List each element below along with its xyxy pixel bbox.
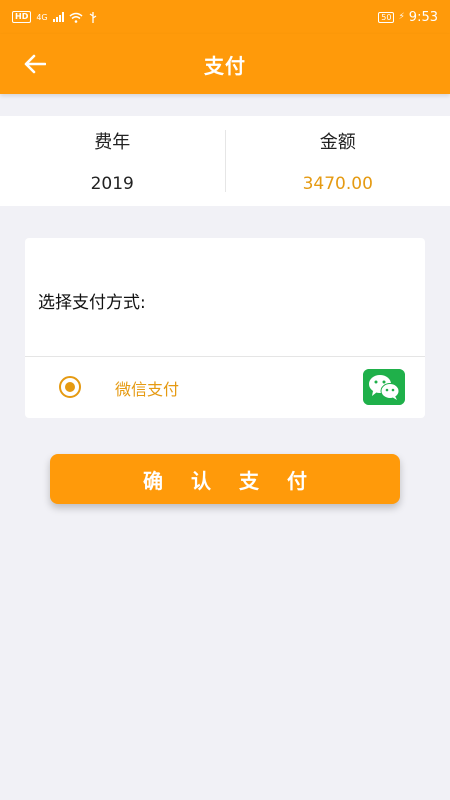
wechat-pay-option[interactable]: 微信支付 <box>25 357 425 418</box>
status-time: 9:53 <box>408 9 438 25</box>
payment-method-title: 选择支付方式: <box>38 293 146 313</box>
back-button[interactable] <box>18 48 52 80</box>
payment-summary: 费年 2019 金额 3470.00 <box>0 116 450 206</box>
radio-selected-dot <box>65 382 75 392</box>
status-bar-left: HD 4G <box>12 11 98 23</box>
amount-label: 金额 <box>319 132 356 153</box>
network-type: 4G <box>36 12 48 22</box>
wechat-pay-radio[interactable] <box>59 376 81 398</box>
year-column: 费年 2019 <box>0 116 225 206</box>
amount-value: 3470.00 <box>302 174 373 194</box>
payment-method-card: 选择支付方式: 微信支付 <box>25 238 425 418</box>
status-bar-right: 50 ⚡ 9:53 <box>378 10 438 25</box>
charging-icon: ⚡ <box>398 12 405 22</box>
amount-column: 金额 3470.00 <box>226 116 450 206</box>
wechat-icon <box>363 369 405 405</box>
hd-badge: HD <box>12 11 32 23</box>
confirm-payment-button[interactable]: 确认支付 <box>50 454 400 504</box>
page-title: 支付 <box>204 53 246 78</box>
year-value: 2019 <box>90 174 134 194</box>
usb-icon <box>89 11 97 23</box>
wechat-pay-label: 微信支付 <box>115 380 180 399</box>
signal-icon <box>52 12 64 22</box>
battery-icon: 50 <box>378 11 395 23</box>
app-header: 支付 <box>0 34 450 94</box>
status-bar: HD 4G 50 ⚡ 9:53 <box>0 0 450 34</box>
arrow-left-icon <box>24 54 46 74</box>
year-label: 费年 <box>94 132 131 153</box>
wifi-icon <box>69 12 83 23</box>
